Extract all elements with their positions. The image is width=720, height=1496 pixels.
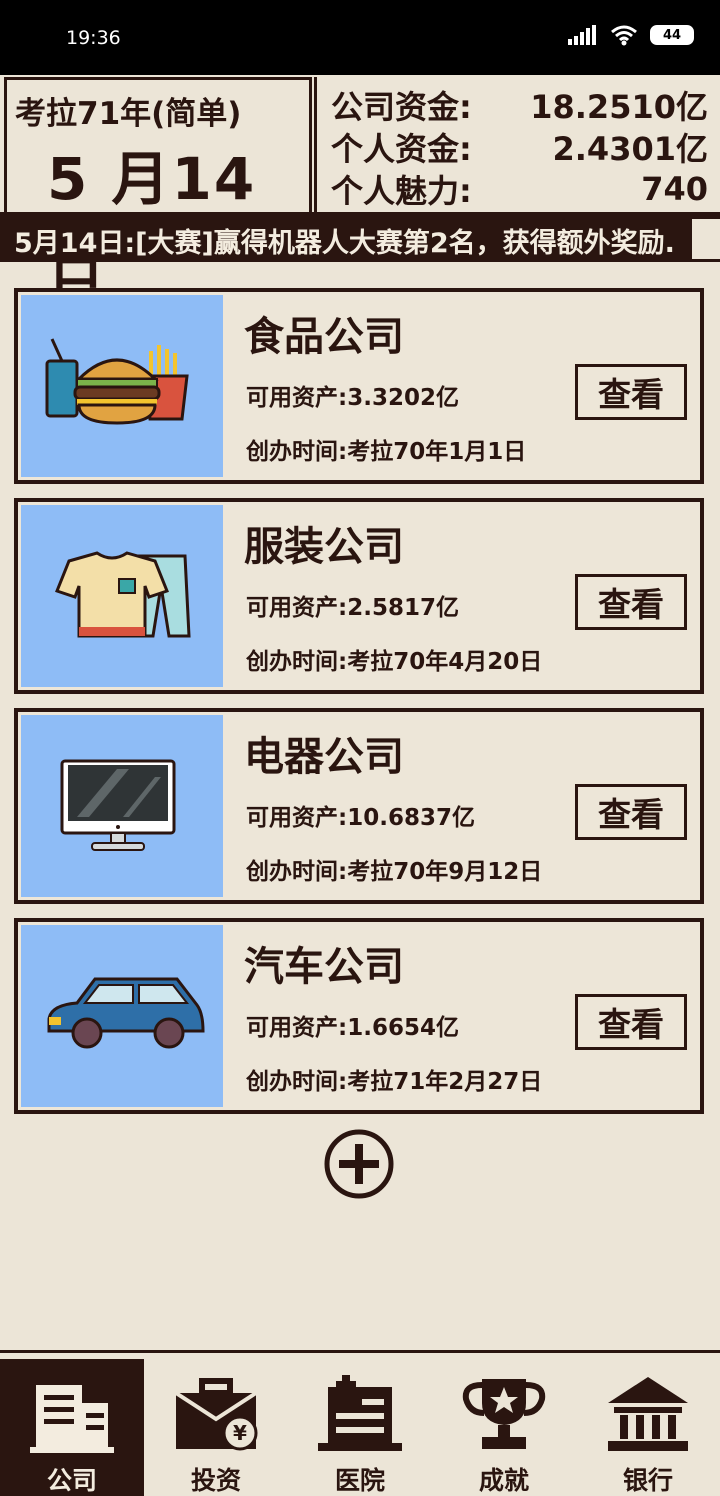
svg-text:¥: ¥ — [233, 1421, 247, 1445]
company-funds-row: 公司资金: 18.2510亿 — [331, 85, 708, 126]
view-button[interactable]: 查看 — [575, 994, 687, 1050]
year-label: 考拉71年(简单) — [15, 96, 242, 132]
view-button[interactable]: 查看 — [575, 784, 687, 840]
car-icon — [47, 977, 205, 1049]
company-founded-date: 创办时间:考拉70年9月12日 — [246, 859, 543, 885]
charisma-label: 个人魅力: — [331, 172, 472, 210]
company-image — [21, 295, 223, 477]
company-funds-value: 18.2510亿 — [530, 88, 708, 126]
company-founded-date: 创办时间:考拉70年1月1日 — [246, 439, 527, 465]
company-asset: 可用资产:3.3202亿 — [246, 385, 459, 411]
company-image — [21, 715, 223, 897]
personal-funds-value: 2.4301亿 — [552, 130, 709, 168]
company-founded-date: 创办时间:考拉70年4月20日 — [246, 649, 543, 675]
tab-label: 银行 — [622, 1466, 673, 1495]
tab-hospital[interactable]: 医院 — [288, 1359, 432, 1496]
funds-panel: 公司资金: 18.2510亿 个人资金: 2.4301亿 个人魅力: 740 — [314, 77, 720, 213]
company-funds-label: 公司资金: — [331, 88, 472, 126]
company-name: 食品公司 — [244, 314, 404, 360]
status-bar: 19:36 44 — [0, 0, 720, 75]
company-card-clothing: 服装公司 可用资产:2.5817亿 创办时间:考拉70年4月20日 查看 — [14, 498, 704, 694]
view-button[interactable]: 查看 — [575, 364, 687, 420]
game-header: 考拉71年(简单) 5 月14 日 公司资金: 18.2510亿 个人资金: 2… — [0, 75, 720, 297]
company-asset: 可用资产:10.6837亿 — [246, 805, 475, 831]
tab-label: 公司 — [46, 1466, 97, 1495]
charisma-row: 个人魅力: 740 — [331, 169, 708, 210]
company-card-automobile: 汽车公司 可用资产:1.6654亿 创办时间:考拉71年2月27日 查看 — [14, 918, 704, 1114]
company-asset: 可用资产:1.6654亿 — [246, 1015, 459, 1041]
monitor-icon — [60, 759, 176, 851]
battery-icon: 44 — [650, 25, 694, 45]
company-name: 服装公司 — [244, 524, 404, 570]
news-ticker: 5月14日:[大赛]赢得机器人大赛第2名，获得额外奖励. — [0, 215, 720, 262]
date-panel: 考拉71年(简单) 5 月14 日 — [4, 77, 312, 297]
tab-achievement[interactable]: 成就 — [432, 1359, 576, 1496]
clothing-icon — [55, 551, 191, 638]
tab-label: 医院 — [334, 1466, 385, 1495]
trophy-icon — [462, 1379, 546, 1449]
food-icon — [45, 338, 189, 425]
personal-funds-row: 个人资金: 2.4301亿 — [331, 127, 709, 168]
status-time: 19:36 — [66, 27, 121, 49]
tab-company[interactable]: 公司 — [0, 1359, 144, 1496]
tab-investment[interactable]: ¥ 投资 — [144, 1359, 288, 1496]
personal-funds-label: 个人资金: — [331, 130, 472, 168]
tab-bank[interactable]: 银行 — [576, 1359, 720, 1496]
company-founded-date: 创办时间:考拉71年2月27日 — [246, 1069, 543, 1095]
company-card-food: 食品公司 可用资产:3.3202亿 创办时间:考拉70年1月1日 查看 — [14, 288, 704, 484]
company-icon — [30, 1385, 114, 1453]
company-image — [21, 925, 223, 1107]
company-name: 汽车公司 — [244, 944, 404, 990]
view-button[interactable]: 查看 — [575, 574, 687, 630]
bottom-tab-bar: 公司 ¥ 投资 医院 成就 银行 — [0, 1350, 720, 1496]
company-name: 电器公司 — [244, 734, 404, 780]
company-asset: 可用资产:2.5817亿 — [246, 595, 459, 621]
wifi-icon — [611, 25, 637, 46]
investment-icon: ¥ — [174, 1378, 258, 1451]
company-image — [21, 505, 223, 687]
tab-label: 投资 — [190, 1466, 241, 1495]
charisma-value: 740 — [641, 170, 708, 208]
hospital-icon — [318, 1375, 402, 1451]
bank-icon — [608, 1377, 688, 1451]
signal-icon — [568, 25, 596, 45]
news-ticker-text: 5月14日:[大赛]赢得机器人大赛第2名，获得额外奖励. — [14, 228, 675, 259]
tab-label: 成就 — [478, 1466, 529, 1495]
add-company-button[interactable] — [323, 1128, 395, 1200]
company-card-electronics: 电器公司 可用资产:10.6837亿 创办时间:考拉70年9月12日 查看 — [14, 708, 704, 904]
